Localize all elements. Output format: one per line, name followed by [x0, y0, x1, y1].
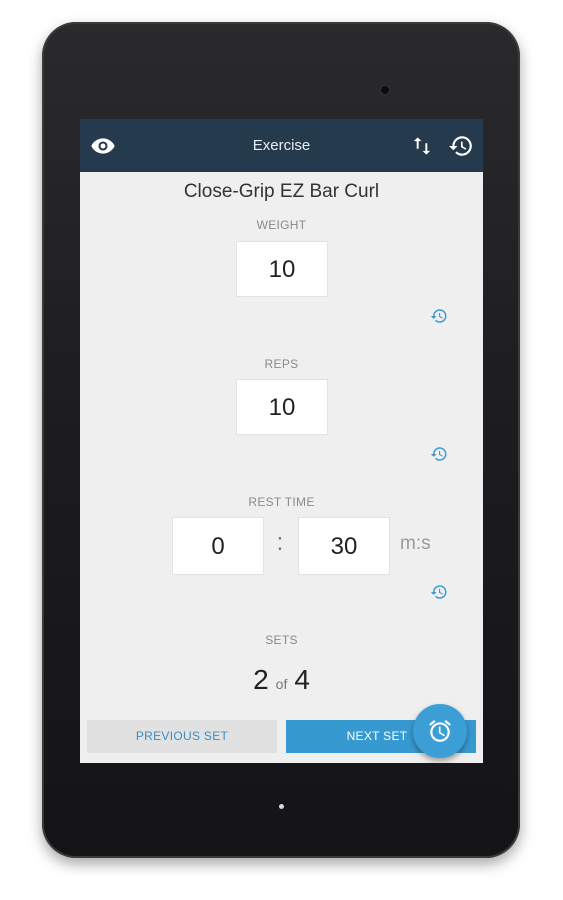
reps-label: REPS: [264, 357, 299, 371]
app-screen: Exercise Close-Grip EZ Bar Curl WEIGHT 1…: [80, 119, 483, 763]
rest-timer-fab[interactable]: [413, 704, 467, 758]
rest-minutes-input[interactable]: 0: [172, 517, 264, 575]
sets-counter: 2 of 4: [80, 664, 483, 696]
exercise-name: Close-Grip EZ Bar Curl: [183, 181, 380, 202]
time-separator: :: [276, 529, 284, 556]
weight-input[interactable]: 10: [236, 241, 328, 297]
weight-history-icon[interactable]: [430, 307, 448, 325]
sets-of-text: of: [275, 676, 288, 692]
reps-input[interactable]: 10: [236, 379, 328, 435]
front-camera: [379, 84, 391, 96]
next-set-label: NEXT SET: [346, 729, 408, 743]
previous-set-button[interactable]: PREVIOUS SET: [87, 720, 277, 753]
sets-current: 2: [253, 664, 269, 695]
rest-time-unit: m:s: [400, 533, 431, 554]
home-indicator: [279, 804, 284, 809]
rest-seconds-input[interactable]: 30: [298, 517, 390, 575]
sets-total: 4: [294, 664, 310, 695]
swap-vertical-icon[interactable]: [409, 133, 435, 159]
sets-label: SETS: [265, 633, 298, 647]
app-bar: Exercise: [80, 119, 483, 172]
rest-time-history-icon[interactable]: [430, 583, 448, 601]
alarm-clock-icon: [429, 719, 451, 742]
history-icon[interactable]: [448, 133, 474, 159]
rest-time-label: REST TIME: [248, 495, 315, 509]
reps-history-icon[interactable]: [430, 445, 448, 463]
weight-label: WEIGHT: [256, 218, 307, 232]
